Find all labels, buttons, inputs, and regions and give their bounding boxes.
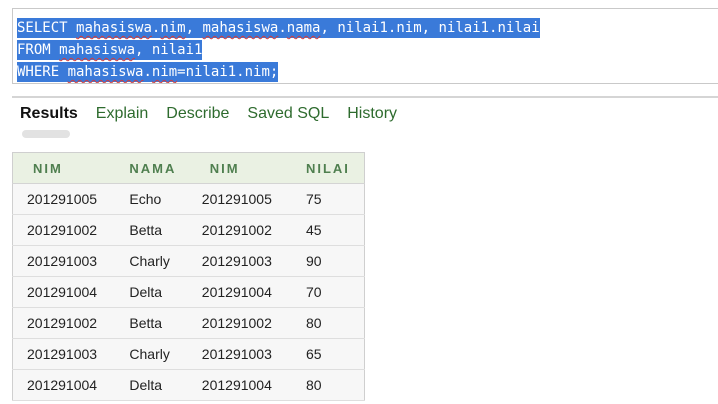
sql-text: =nilai1.nim;: [177, 64, 279, 80]
column-header-nim[interactable]: NIM: [12, 152, 130, 184]
table-row: 201291003 Charly 201291003 65: [12, 338, 365, 370]
cell-nim-2: 201291002: [201, 307, 306, 339]
tab-results[interactable]: Results: [20, 102, 78, 128]
cell-nama: Charly: [129, 338, 202, 370]
column-header-nama[interactable]: NAMA: [129, 152, 202, 184]
cell-nim: 201291003: [12, 245, 130, 277]
cell-nim: 201291004: [12, 369, 130, 401]
cell-nilai: 80: [305, 369, 365, 401]
sql-table-name: mahasiswa: [202, 20, 279, 36]
cell-nilai: 80: [305, 307, 365, 339]
cell-nim: 201291003: [12, 338, 130, 370]
column-header-nim-2[interactable]: NIM: [201, 152, 306, 184]
cell-nama: Delta: [129, 369, 202, 401]
column-header-nilai[interactable]: NILAI: [305, 152, 365, 184]
table-row: 201291002 Betta 201291002 45: [12, 214, 365, 246]
cell-nim: 201291004: [12, 276, 130, 308]
cell-nilai: 45: [305, 214, 365, 246]
cell-nim: 201291002: [12, 307, 130, 339]
table-header-row: NIM NAMA NIM NILAI: [12, 152, 365, 184]
cell-nilai: 90: [305, 245, 365, 277]
active-tab-indicator: [22, 130, 70, 138]
sql-line-2: FROM mahasiswa, nilai1: [17, 39, 203, 61]
sql-text: ,: [185, 20, 203, 36]
sql-text: , nilai1: [135, 42, 203, 58]
cell-nama: Betta: [129, 214, 202, 246]
sql-text: , nilai1.nim, nilai1.nilai: [320, 20, 540, 36]
sql-editor[interactable]: SELECT mahasiswa.nim, mahasiswa.nama, ni…: [12, 8, 718, 84]
cell-nilai: 75: [305, 183, 365, 215]
cell-nim: 201291005: [12, 183, 130, 215]
sql-line-3: WHERE mahasiswa.nim=nilai1.nim;: [17, 61, 279, 83]
tab-history[interactable]: History: [347, 102, 397, 128]
sql-column-name: nim: [160, 20, 186, 36]
sql-line-1: SELECT mahasiswa.nim, mahasiswa.nama, ni…: [17, 17, 540, 39]
sql-table-name: mahasiswa: [67, 64, 144, 80]
table-row: 201291004 Delta 201291004 80: [12, 369, 365, 401]
cell-nim-2: 201291002: [201, 214, 306, 246]
cell-nim-2: 201291003: [201, 245, 306, 277]
tabbar-divider: [12, 96, 718, 98]
cell-nilai: 65: [305, 338, 365, 370]
sql-text: .: [278, 20, 287, 36]
table-row: 201291005 Echo 201291005 75: [12, 183, 365, 215]
sql-keyword: FROM: [17, 42, 60, 58]
tab-explain[interactable]: Explain: [96, 102, 148, 128]
results-table: NIM NAMA NIM NILAI 201291005 Echo 201291…: [12, 152, 365, 401]
sql-table-name: mahasiswa: [76, 20, 152, 36]
sql-keyword: WHERE: [17, 64, 68, 80]
cell-nama: Echo: [129, 183, 202, 215]
table-row: 201291004 Delta 201291004 70: [12, 276, 365, 308]
cell-nim-2: 201291003: [201, 338, 306, 370]
result-tabs: Results Explain Describe Saved SQL Histo…: [20, 102, 415, 128]
tab-saved-sql[interactable]: Saved SQL: [247, 102, 329, 128]
cell-nilai: 70: [305, 276, 365, 308]
cell-nama: Betta: [129, 307, 202, 339]
cell-nim-2: 201291005: [201, 183, 306, 215]
sql-keyword: SELECT: [17, 20, 77, 36]
tab-describe[interactable]: Describe: [166, 102, 229, 128]
cell-nim-2: 201291004: [201, 369, 306, 401]
cell-nim: 201291002: [12, 214, 130, 246]
sql-text: .: [143, 64, 152, 80]
sql-table-name: mahasiswa: [59, 42, 136, 58]
table-row: 201291003 Charly 201291003 90: [12, 245, 365, 277]
sql-column-name: nim: [151, 64, 178, 80]
sql-column-name: nama: [286, 20, 321, 36]
sql-workshop-window: SELECT mahasiswa.nim, mahasiswa.nama, ni…: [0, 0, 718, 404]
table-row: 201291002 Betta 201291002 80: [12, 307, 365, 339]
cell-nama: Charly: [129, 245, 202, 277]
cell-nama: Delta: [129, 276, 202, 308]
cell-nim-2: 201291004: [201, 276, 306, 308]
